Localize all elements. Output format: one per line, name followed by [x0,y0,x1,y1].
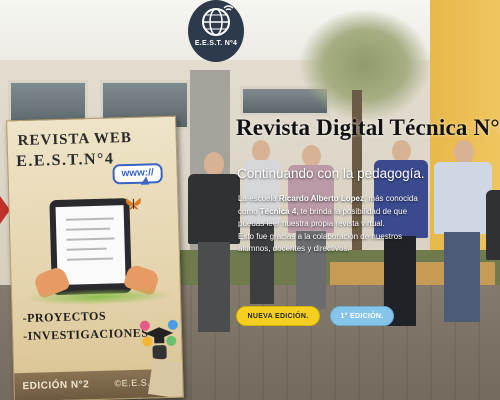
person [432,140,494,325]
tree-foliage [300,10,430,120]
page-title: Revista Digital Técnica N°4. [236,115,500,140]
school-nickname: Técnica 4 [259,206,297,216]
description: La escuela Ricardo Alberto Lopez, más co… [238,194,418,254]
graduation-icon [139,319,178,360]
torn-corner [147,358,184,400]
cover-title: REVISTA WEB [17,129,133,150]
description-credits: Esto fue gracias a la colaboración de nu… [238,231,403,254]
magazine-cover[interactable]: REVISTA WEB E.E.S.T.N°4 www:// -PROYECTO… [6,115,184,400]
www-bubble: www:// [112,163,163,185]
new-edition-button[interactable]: NUEVA EDICIÓN. [236,306,320,326]
globe-wifi-icon [202,5,234,36]
person [186,152,242,337]
cover-items: -PROYECTOS -INVESTIGACIONES [22,306,148,345]
page-subtitle: Continuando con la pedagogía. [237,166,425,181]
logo-text: E.E.S.T. Nº4 [194,40,238,47]
tablet-screen [55,205,126,286]
grass-decoration [23,286,175,307]
cover-subtitle: E.E.S.T.N°4 [16,150,115,171]
school-name: Ricardo Alberto Lopez [278,194,364,203]
person [486,190,500,320]
butterfly-icon [125,197,141,211]
school-logo[interactable]: E.E.S.T. Nº4 [188,0,244,62]
cover-item-research: -INVESTIGACIONES [22,325,149,344]
first-edition-button[interactable]: 1° EDICIÓN. [330,306,394,326]
edition-number: EDICIÓN N°2 [22,379,90,393]
